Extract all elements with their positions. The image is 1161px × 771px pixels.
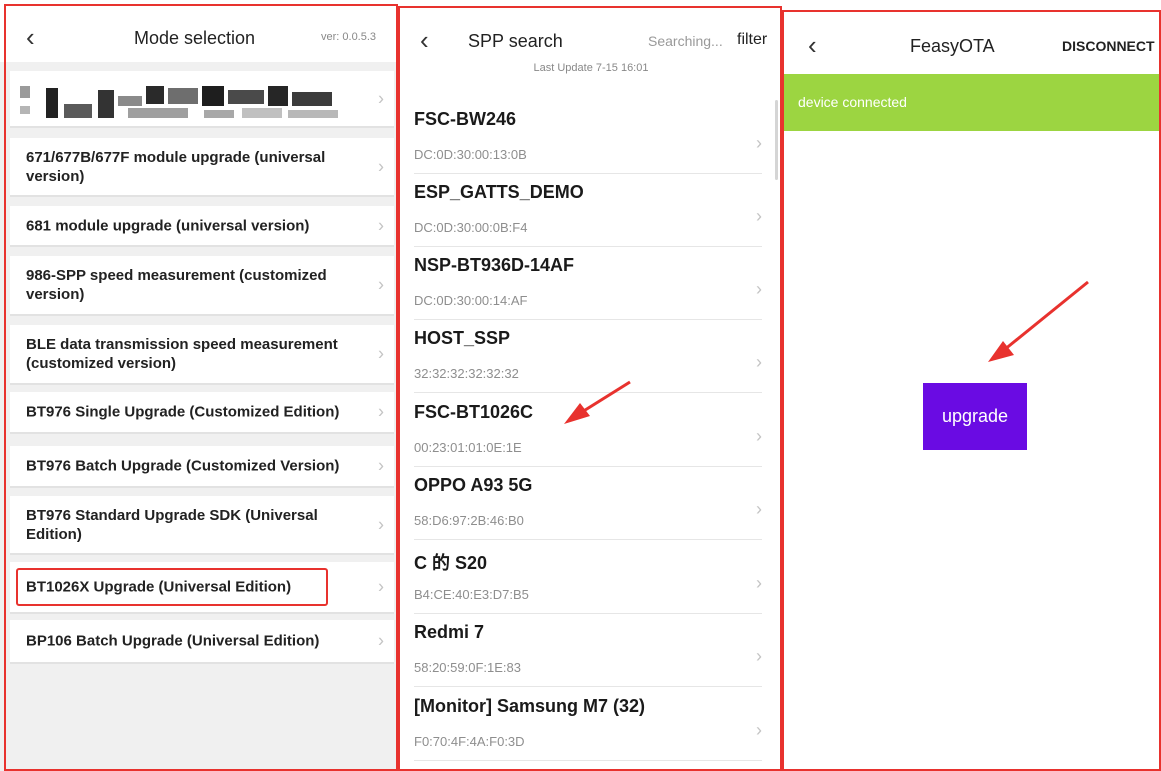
annotation-arrow-icon: [564, 280, 1089, 424]
